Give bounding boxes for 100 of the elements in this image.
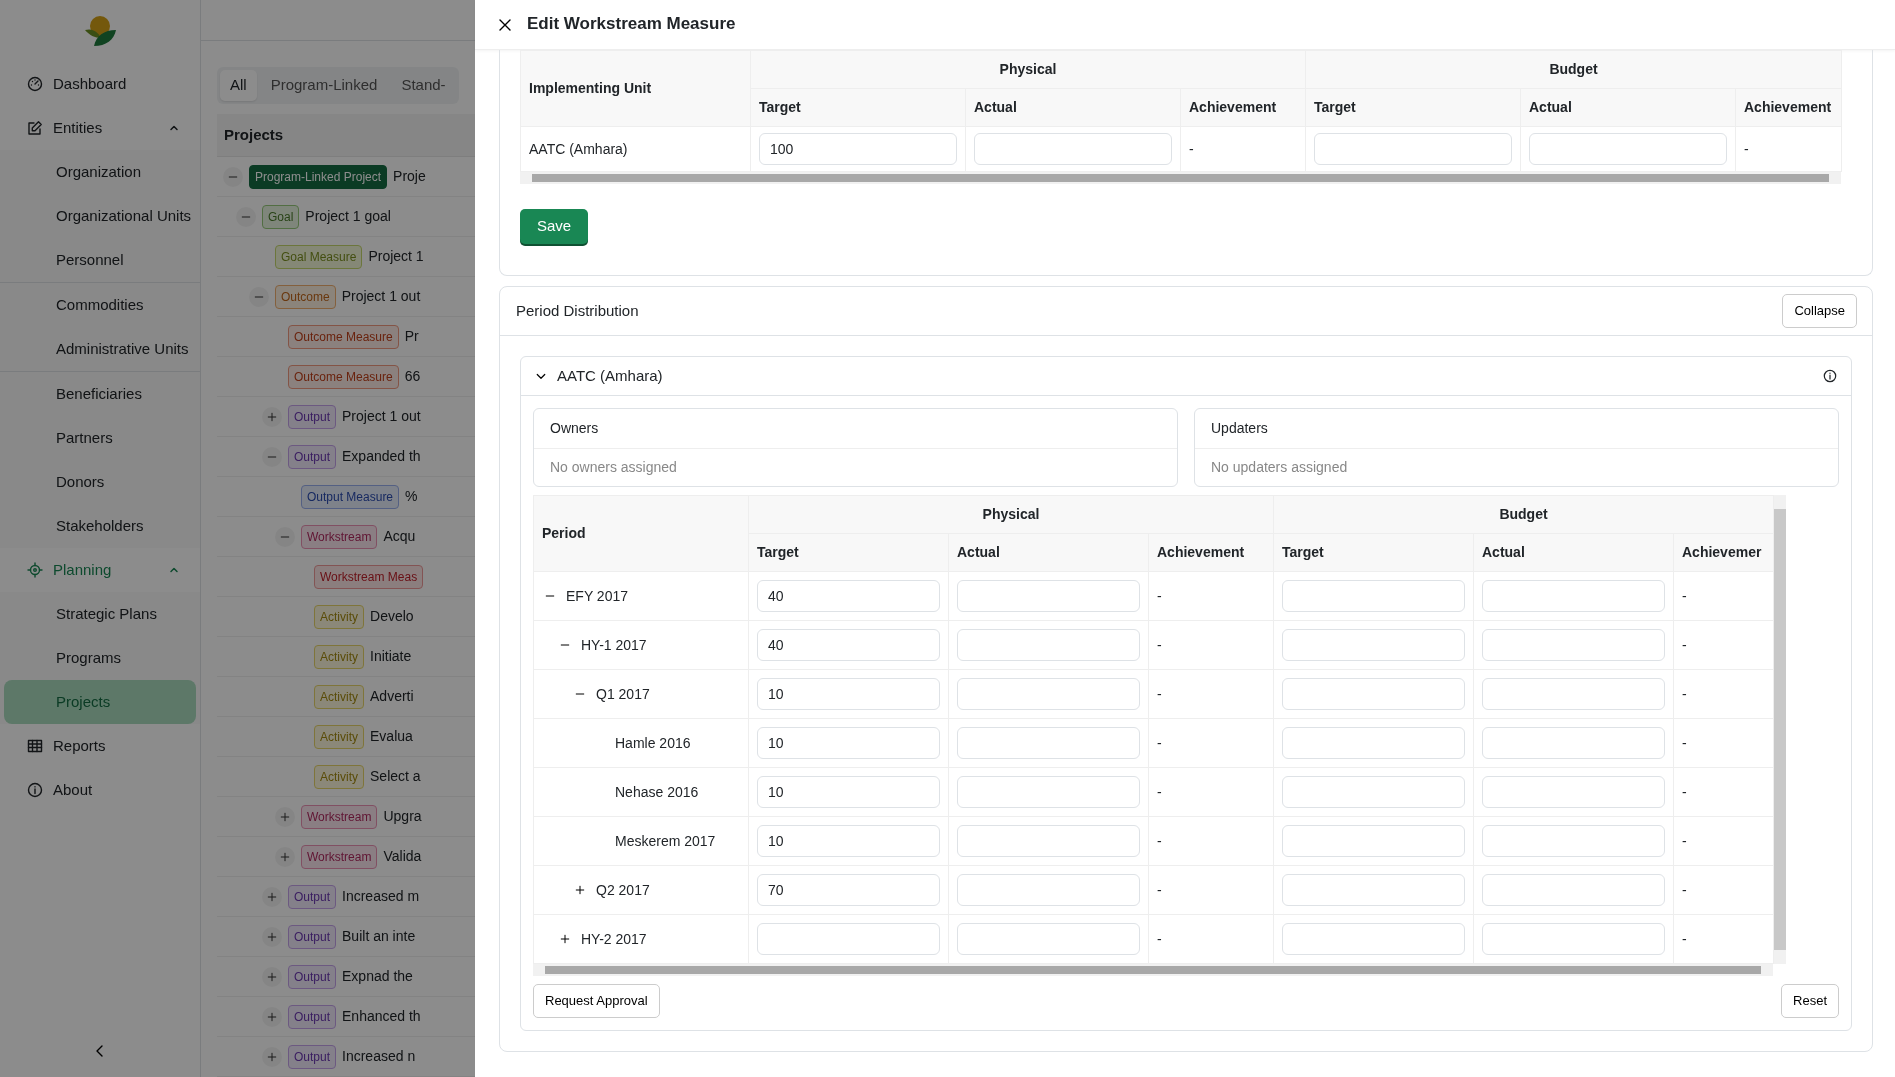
input-field[interactable] xyxy=(957,776,1140,808)
sidebar-subitem[interactable]: Programs xyxy=(4,636,196,680)
sidebar-subitem[interactable]: Stakeholders xyxy=(4,504,196,548)
input-field[interactable] xyxy=(1314,133,1512,165)
input-field[interactable] xyxy=(1282,580,1465,612)
tree-item-label[interactable]: Proje xyxy=(393,166,426,187)
tree-item-label[interactable]: Valida xyxy=(383,846,422,867)
collapse-button[interactable]: Collapse xyxy=(1782,294,1857,328)
sidebar-item[interactable]: Dashboard xyxy=(0,62,200,106)
tree-item-label[interactable]: Pr xyxy=(404,326,419,347)
input-field[interactable] xyxy=(957,678,1140,710)
input-field[interactable] xyxy=(1482,874,1665,906)
tree-item-label[interactable]: Project 1 out xyxy=(342,406,421,427)
input-field[interactable]: 40 xyxy=(757,580,940,612)
save-button[interactable]: Save xyxy=(520,209,589,244)
tree-item-label[interactable]: Built an inte xyxy=(342,926,416,947)
sidebar-subitem[interactable]: Partners xyxy=(4,416,196,460)
input-field[interactable] xyxy=(957,825,1140,857)
horizontal-scrollbar[interactable] xyxy=(520,172,1841,184)
period-label: EFY 2017 xyxy=(566,586,628,606)
tree-item-label[interactable]: Increased m xyxy=(342,886,420,907)
collapse-toggle[interactable] xyxy=(249,286,269,307)
tree-item-label[interactable]: Initiate xyxy=(370,646,412,667)
input-field[interactable] xyxy=(1282,727,1465,759)
input-field[interactable] xyxy=(1482,923,1665,955)
sidebar-item[interactable]: Reports xyxy=(0,724,200,768)
tree-item-label[interactable]: % xyxy=(405,486,418,507)
sidebar-item[interactable]: Entities xyxy=(0,106,200,150)
collapse-toggle[interactable] xyxy=(275,526,295,547)
sidebar-subitem[interactable]: Organizational Units xyxy=(4,194,196,238)
input-field[interactable]: 10 xyxy=(757,727,940,759)
collapse-toggle[interactable] xyxy=(262,446,282,467)
tree-item-label[interactable]: Project 1 xyxy=(368,246,424,267)
table-cell: - xyxy=(1157,832,1162,849)
sidebar-subitem[interactable]: Administrative Units xyxy=(4,327,196,371)
filter-tab[interactable]: All xyxy=(220,70,257,101)
tree-item-label[interactable]: Project 1 goal xyxy=(305,206,391,227)
input-field[interactable] xyxy=(1482,825,1665,857)
horizontal-scrollbar[interactable] xyxy=(533,964,1773,976)
input-field[interactable] xyxy=(1529,133,1727,165)
input-field[interactable]: 40 xyxy=(757,629,940,661)
tree-item-label[interactable]: Develo xyxy=(370,606,414,627)
input-field[interactable] xyxy=(1482,629,1665,661)
tree-item-label[interactable]: Expanded th xyxy=(342,446,421,467)
sidebar-subitem[interactable]: Strategic Plans xyxy=(4,592,196,636)
input-field[interactable]: 70 xyxy=(757,874,940,906)
sidebar-subitem[interactable]: Donors xyxy=(4,460,196,504)
input-field[interactable] xyxy=(957,727,1140,759)
input-field[interactable]: 10 xyxy=(757,678,940,710)
filter-tab[interactable]: Program-Linked xyxy=(260,70,388,101)
sidebar-item[interactable]: About xyxy=(0,768,200,812)
sidebar-subitem[interactable]: Personnel xyxy=(4,238,196,282)
input-field[interactable] xyxy=(1482,776,1665,808)
expand-toggle[interactable] xyxy=(262,406,282,427)
input-field[interactable] xyxy=(757,923,940,955)
reset-button[interactable]: Reset xyxy=(1781,984,1839,1018)
input-field[interactable] xyxy=(957,874,1140,906)
tree-item-label[interactable]: Acqu xyxy=(383,526,416,547)
input-field[interactable] xyxy=(1282,923,1465,955)
tree-item-label[interactable]: Evalua xyxy=(370,726,413,747)
input-field[interactable] xyxy=(1482,727,1665,759)
expand-toggle[interactable] xyxy=(262,926,282,947)
input-field[interactable] xyxy=(1482,580,1665,612)
tree-item-label[interactable]: Project 1 out xyxy=(341,286,421,307)
input-field[interactable] xyxy=(1282,776,1465,808)
vertical-scrollbar[interactable] xyxy=(1774,495,1786,964)
tree-item-label[interactable]: Expnad the xyxy=(342,966,413,987)
input-field[interactable]: 100 xyxy=(759,133,957,165)
table-cell: - xyxy=(1157,783,1162,800)
tree-item-label[interactable]: Adverti xyxy=(370,686,414,707)
input-field[interactable] xyxy=(974,133,1172,165)
sidebar-item[interactable]: Planning xyxy=(0,548,200,592)
request-approval-button[interactable]: Request Approval xyxy=(533,984,660,1018)
sidebar-subitem[interactable]: Beneficiaries xyxy=(4,372,196,416)
tree-item-label[interactable]: Select a xyxy=(370,766,421,787)
expand-toggle[interactable] xyxy=(275,806,295,827)
filter-tab[interactable]: Stand- xyxy=(391,70,456,101)
input-field[interactable]: 10 xyxy=(757,825,940,857)
input-field[interactable] xyxy=(1282,825,1465,857)
sidebar-subitem[interactable]: Organization xyxy=(4,150,196,194)
expand-toggle[interactable] xyxy=(262,886,282,907)
tree-item-label[interactable]: 66 xyxy=(404,366,421,387)
input-field[interactable] xyxy=(957,923,1140,955)
expand-toggle[interactable] xyxy=(262,1046,282,1067)
tree-item-label[interactable]: Enhanced th xyxy=(342,1006,421,1027)
expand-toggle[interactable] xyxy=(262,1006,282,1027)
input-field[interactable] xyxy=(1282,629,1465,661)
input-field[interactable] xyxy=(957,580,1140,612)
input-field[interactable] xyxy=(1282,874,1465,906)
input-field[interactable]: 10 xyxy=(757,776,940,808)
input-field[interactable] xyxy=(1482,678,1665,710)
expand-toggle[interactable] xyxy=(275,846,295,867)
tree-item-label[interactable]: Increased n xyxy=(342,1046,416,1067)
input-field[interactable] xyxy=(957,629,1140,661)
collapse-toggle[interactable] xyxy=(236,206,256,227)
tree-item-label[interactable]: Upgra xyxy=(383,806,422,827)
sidebar-subitem[interactable]: Commodities xyxy=(4,283,196,327)
expand-toggle[interactable] xyxy=(262,966,282,987)
input-field[interactable] xyxy=(1282,678,1465,710)
collapse-toggle[interactable] xyxy=(223,166,243,187)
